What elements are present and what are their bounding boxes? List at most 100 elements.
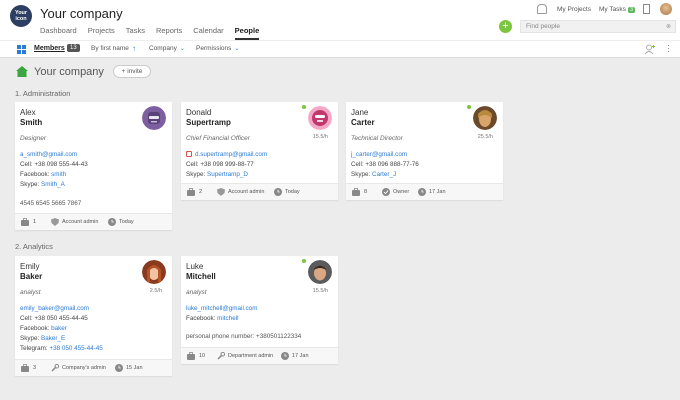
contact-details: emily_baker@gmail.com Cell: +38 050 455-… (20, 305, 103, 352)
last-active: Today (119, 219, 134, 225)
company-name[interactable]: Your company (40, 6, 123, 21)
permission-level: Account admin (62, 219, 99, 225)
last-name: Carter (351, 118, 375, 127)
extra-info: personal phone number: +380501122334 (186, 333, 302, 340)
wrench-icon (51, 364, 59, 372)
nav-people[interactable]: People (234, 26, 260, 40)
nav-projects[interactable]: Projects (88, 26, 115, 40)
company-menu-icon[interactable]: · · · (116, 6, 120, 20)
facebook-link[interactable]: mitchell (217, 315, 238, 322)
clock-icon (281, 352, 289, 360)
main-nav: Dashboard Projects Tasks Reports Calenda… (40, 26, 270, 40)
skype-link[interactable]: Smith_A (41, 181, 65, 188)
my-tasks-link[interactable]: My Tasks 3 (599, 6, 635, 13)
nav-tasks[interactable]: Tasks (126, 26, 145, 40)
briefcase-icon (187, 188, 195, 196)
sort-arrow-icon[interactable]: ↑ (132, 44, 136, 53)
member-card[interactable]: Luke Mitchell 15.5/h analyst luke_mitche… (181, 256, 338, 364)
company-filter[interactable]: Company ⌄ (149, 45, 185, 52)
section-title: Your company (34, 66, 104, 78)
bookmark-icon[interactable] (643, 4, 650, 14)
group-title: 2. Analytics (15, 242, 53, 251)
members-tab[interactable]: Members (34, 45, 65, 52)
email-link[interactable]: luke_mitchell@gmail.com (186, 305, 257, 312)
members-count: 13 (67, 44, 80, 52)
last-name: Supertramp (186, 118, 231, 127)
grid-view-icon[interactable] (17, 45, 26, 54)
avatar[interactable] (142, 260, 166, 284)
last-active: 15 Jan (126, 365, 143, 371)
member-card[interactable]: Donald Supertramp 15.5/h Chief Financial… (181, 102, 338, 200)
sort-selector[interactable]: By first name (91, 45, 129, 52)
contact-details: d.supertramp@gmail.com Cell: +38 098 999… (186, 151, 268, 178)
member-card[interactable]: Alex Smith Designer a_smith@gmail.com Ce… (15, 102, 172, 230)
cell-phone: +38 098 999-88-77 (200, 161, 254, 168)
projects-count: 1 (33, 219, 37, 225)
skype-link[interactable]: Baker_E (41, 335, 65, 342)
chevron-down-icon: ⌄ (234, 46, 240, 52)
first-name: Luke (186, 262, 204, 271)
nav-calendar[interactable]: Calendar (193, 26, 223, 40)
clear-icon[interactable]: ⊗ (666, 23, 671, 30)
avatar[interactable] (308, 260, 332, 284)
bell-icon[interactable] (537, 4, 548, 14)
facebook-link[interactable]: baker (51, 325, 67, 332)
member-card[interactable]: Emily Baker 2.5/h analyst emily_baker@gm… (15, 256, 172, 376)
card-footer: 8 Owner 17 Jan (346, 183, 503, 200)
my-projects-link[interactable]: My Projects (557, 6, 591, 13)
facebook-link[interactable]: smith (51, 171, 66, 178)
hourly-rate: 2.5/h (149, 288, 162, 294)
projects-count: 10 (199, 353, 206, 359)
hourly-rate: 15.5/h (312, 134, 328, 140)
briefcase-icon (21, 218, 29, 226)
clock-icon (115, 364, 123, 372)
email-link[interactable]: emily_baker@gmail.com (20, 305, 89, 312)
wrench-icon (217, 352, 225, 360)
contact-details: a_smith@gmail.com Cell: +38 098 555-44-4… (20, 151, 88, 188)
member-card[interactable]: Jane Carter 25.5/h Technical Director j_… (346, 102, 503, 200)
people-toolbar: Members 13 By first name ↑ Company ⌄ Perm… (0, 40, 680, 58)
avatar[interactable] (142, 106, 166, 130)
last-active: 17 Jan (292, 353, 309, 359)
group-title: 1. Administration (15, 89, 71, 98)
job-title: Chief Financial Officer (186, 135, 250, 142)
permission-level: Company's admin (62, 365, 106, 371)
clock-icon (418, 188, 426, 196)
telegram-link[interactable]: +38 050 455-44-45 (49, 345, 102, 352)
nav-reports[interactable]: Reports (156, 26, 182, 40)
hourly-rate: 25.5/h (477, 134, 493, 140)
top-right-tools: My Projects My Tasks 3 (537, 3, 672, 15)
more-icon[interactable]: · · · (667, 42, 671, 56)
nav-dashboard[interactable]: Dashboard (40, 26, 77, 40)
avatar[interactable] (308, 106, 332, 130)
skype-link[interactable]: Supertramp_D (207, 171, 248, 178)
first-name: Jane (351, 108, 369, 117)
hourly-rate: 15.5/h (312, 288, 328, 294)
last-active: Today (285, 189, 300, 195)
email-link[interactable]: a_smith@gmail.com (20, 151, 77, 158)
last-name: Baker (20, 272, 43, 281)
invite-button[interactable]: + invite (113, 65, 151, 78)
email-link[interactable]: j_carter@gmail.com (351, 151, 407, 158)
add-icon[interactable]: + (499, 20, 512, 33)
clock-icon (108, 218, 116, 226)
contact-details: j_carter@gmail.com Cell: +38 096 888-77-… (351, 151, 419, 178)
shield-icon (217, 188, 225, 196)
briefcase-icon (21, 364, 29, 372)
permissions-filter[interactable]: Permissions ⌄ (196, 45, 239, 52)
projects-count: 2 (199, 189, 203, 195)
lock-icon (186, 151, 192, 157)
search-input[interactable]: Find people ⊗ (520, 20, 676, 33)
company-logo[interactable]: Your icon (10, 5, 32, 27)
briefcase-icon (187, 352, 195, 360)
card-footer: 1 Account admin Today (15, 213, 172, 230)
card-footer: 3 Company's admin 15 Jan (15, 359, 172, 376)
user-avatar[interactable] (660, 3, 672, 15)
skype-link[interactable]: Carter_J (372, 171, 396, 178)
email-link[interactable]: d.supertramp@gmail.com (195, 151, 267, 158)
extra-info: 4545 6545 5665 7867 (20, 200, 82, 207)
avatar[interactable] (473, 106, 497, 130)
add-user-icon[interactable] (644, 44, 656, 55)
job-title: analyst (20, 289, 41, 296)
projects-count: 8 (364, 189, 368, 195)
